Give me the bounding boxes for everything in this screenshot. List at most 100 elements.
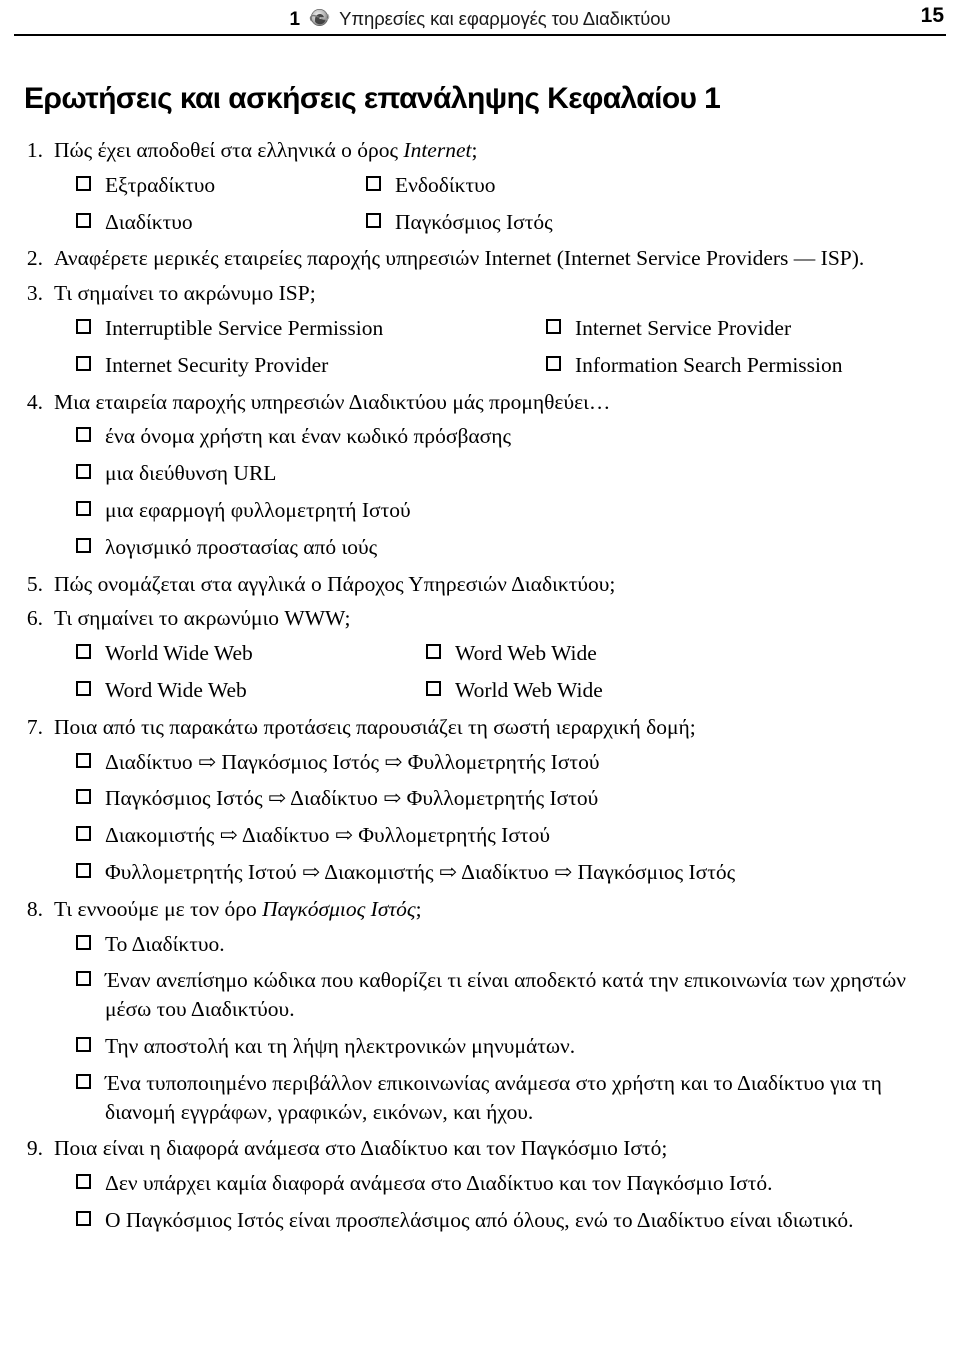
option-choice[interactable]: μια διεύθυνση URL [76,459,942,488]
option-choice[interactable]: Interruptible Service Permission [76,314,546,343]
question-text-lead: Τι εννοούμε με τον όρο [54,896,263,921]
question-item: 1. Πώς έχει αποδοθεί στα ελληνικά ο όρος … [18,136,942,165]
option-choice[interactable]: Φυλλομετρητής Ιστού ⇨ Διακομιστής ⇨ Διαδ… [76,858,942,887]
option-choice[interactable]: World Wide Web [76,639,426,668]
option-row: ένα όνομα χρήστη και έναν κωδικό πρόσβασ… [76,422,942,451]
option-group: Δεν υπάρχει καμία διαφορά ανάμεσα στο Δι… [18,1169,942,1235]
question-text: Μια εταιρεία παροχής υπηρεσιών Διαδικτύο… [54,389,611,414]
checkbox-icon[interactable] [76,644,96,665]
option-row: μια διεύθυνση URL [76,459,942,488]
checkbox-icon[interactable] [366,212,386,233]
option-choice[interactable]: Παγκόσμιος Ιστός [366,208,553,237]
checkbox-icon[interactable] [76,680,96,701]
checkbox-icon[interactable] [76,464,96,485]
option-choice[interactable]: World Web Wide [426,676,603,705]
option-label: Ένα τυποποιημένο περιβάλλον επικοινωνίας… [105,1070,882,1124]
question-item: 8. Τι εννοούμε με τον όρο Παγκόσμιος Ιστό… [18,895,942,924]
question-text-lead: Πώς έχει αποδοθεί στα ελληνικά ο όρος [54,138,404,162]
option-choice[interactable]: Word Wide Web [76,676,426,705]
option-choice[interactable]: Διακομιστής ⇨ Διαδίκτυο ⇨ Φυλλομετρητής … [76,821,942,850]
header-title: Υπηρεσίες και εφαρμογές του Διαδικτύου [339,7,671,29]
option-row: Word Wide Web World Web Wide [76,676,942,705]
option-choice[interactable]: Την αποστολή και τη λήψη ηλεκτρονικών μη… [76,1032,942,1061]
question-number: 4. [26,389,43,414]
question-number: 2. [26,246,43,271]
option-label: Εξτραδίκτυο [105,172,216,197]
option-label: Την αποστολή και τη λήψη ηλεκτρονικών μη… [105,1033,576,1058]
checkbox-icon[interactable] [76,537,96,558]
option-label: Interruptible Service Permission [105,315,384,340]
question-text: Ποια είναι η διαφορά ανάμεσα στο Διαδίκτ… [54,1136,668,1161]
option-choice[interactable]: Διαδίκτυο ⇨ Παγκόσμιος Ιστός ⇨ Φυλλομετρ… [76,748,942,777]
option-choice[interactable]: Internet Security Provider [76,351,546,380]
checkbox-icon[interactable] [76,427,96,448]
checkbox-icon[interactable] [76,789,96,810]
option-choice[interactable]: Word Web Wide [426,639,597,668]
checkbox-icon[interactable] [76,212,96,233]
option-label: Word Wide Web [105,677,247,702]
option-choice[interactable]: Ένα τυποποιημένο περιβάλλον επικοινωνίας… [76,1069,942,1127]
option-choice[interactable]: Δεν υπάρχει καμία διαφορά ανάμεσα στο Δι… [76,1169,942,1198]
question-number: 6. [26,606,43,631]
option-label: Internet Service Provider [575,315,792,340]
question-text: Τι σημαίνει το ακρωνύμιο WWW; [54,606,351,631]
checkbox-icon[interactable] [76,934,96,955]
section-title: Ερωτήσεις και ασκήσεις επανάληψης Κεφαλα… [24,82,721,115]
checkbox-icon[interactable] [366,175,386,196]
option-choice[interactable]: Ενδοδίκτυο [366,171,496,200]
question-number: 8. [26,896,43,921]
checkbox-icon[interactable] [76,752,96,773]
option-group: Διαδίκτυο ⇨ Παγκόσμιος Ιστός ⇨ Φυλλομετρ… [18,748,942,887]
option-choice[interactable]: ένα όνομα χρήστη και έναν κωδικό πρόσβασ… [76,422,942,451]
option-choice[interactable]: Information Search Permission [546,351,843,380]
page-content: Ερωτήσεις και ασκήσεις επανάληψης Κεφαλα… [0,82,960,1235]
checkbox-icon[interactable] [76,500,96,521]
chapter-number: 1 [289,8,301,30]
option-row: Το Διαδίκτυο. [76,930,942,959]
question-term-emphasis: Internet [403,138,472,162]
checkbox-icon[interactable] [426,680,446,701]
option-row: Έναν ανεπίσημο κώδικα που καθορίζει τι ε… [76,966,942,1024]
option-row: Interruptible Service Permission Internet… [76,314,942,343]
checkbox-icon[interactable] [76,971,96,992]
internet-explorer-icon [309,7,330,28]
question-item: 7. Ποια από τις παρακάτω προτάσεις παρουσ… [18,713,942,742]
option-choice[interactable]: Παγκόσμιος Ιστός ⇨ Διαδίκτυο ⇨ Φυλλομετρ… [76,784,942,813]
option-group: Interruptible Service Permission Internet… [18,314,942,380]
question-text: Τι σημαίνει το ακρώνυμο ISP; [54,281,316,306]
checkbox-icon[interactable] [546,355,566,376]
checkbox-icon[interactable] [76,826,96,847]
option-choice[interactable]: Εξτραδίκτυο [76,171,366,200]
option-row: Εξτραδίκτυο Ενδοδίκτυο [76,171,942,200]
option-label: Παγκόσμιος Ιστός ⇨ Διαδίκτυο ⇨ Φυλλομετρ… [105,786,599,811]
option-choice[interactable]: λογισμικό προστασίας από ιούς [76,533,942,562]
option-row: Διαδίκτυο Παγκόσμιος Ιστός [76,208,942,237]
checkbox-icon[interactable] [76,1174,96,1195]
question-text: Τι εννοούμε με τον όρο Παγκόσμιος Ιστός; [54,895,942,924]
option-label: μια διεύθυνση URL [105,461,277,486]
option-row: λογισμικό προστασίας από ιούς [76,533,942,562]
checkbox-icon[interactable] [76,1210,96,1231]
question-item: 4. Μια εταιρεία παροχής υπηρεσιών Διαδικτ… [18,388,942,417]
checkbox-icon[interactable] [76,355,96,376]
checkbox-icon[interactable] [76,862,96,883]
checkbox-icon[interactable] [76,1073,96,1094]
checkbox-icon[interactable] [76,318,96,339]
option-label: Δεν υπάρχει καμία διαφορά ανάμεσα στο Δι… [105,1171,773,1196]
option-choice[interactable]: μια εφαρμογή φυλλομετρητή Ιστού [76,496,942,525]
option-group: World Wide Web Word Web Wide Word Wide Web… [18,639,942,705]
option-label: Ενδοδίκτυο [395,172,496,197]
option-choice[interactable]: Internet Service Provider [546,314,791,343]
question-item: 2. Αναφέρετε μερικές εταιρείες παροχής υπ… [18,244,942,273]
checkbox-icon[interactable] [76,175,96,196]
checkbox-icon[interactable] [76,1036,96,1057]
option-row: Διακομιστής ⇨ Διαδίκτυο ⇨ Φυλλομετρητής … [76,821,942,850]
checkbox-icon[interactable] [426,644,446,665]
question-text: Πώς έχει αποδοθεί στα ελληνικά ο όρος In… [54,136,942,165]
option-choice[interactable]: Διαδίκτυο [76,208,366,237]
question-text: Πώς ονομάζεται στα αγγλικά ο Πάροχος Υπη… [54,571,616,596]
checkbox-icon[interactable] [546,318,566,339]
option-choice[interactable]: Ο Παγκόσμιος Ιστός είναι προσπελάσιμος α… [76,1206,942,1235]
option-choice[interactable]: Το Διαδίκτυο. [76,930,942,959]
option-choice[interactable]: Έναν ανεπίσημο κώδικα που καθορίζει τι ε… [76,966,942,1024]
